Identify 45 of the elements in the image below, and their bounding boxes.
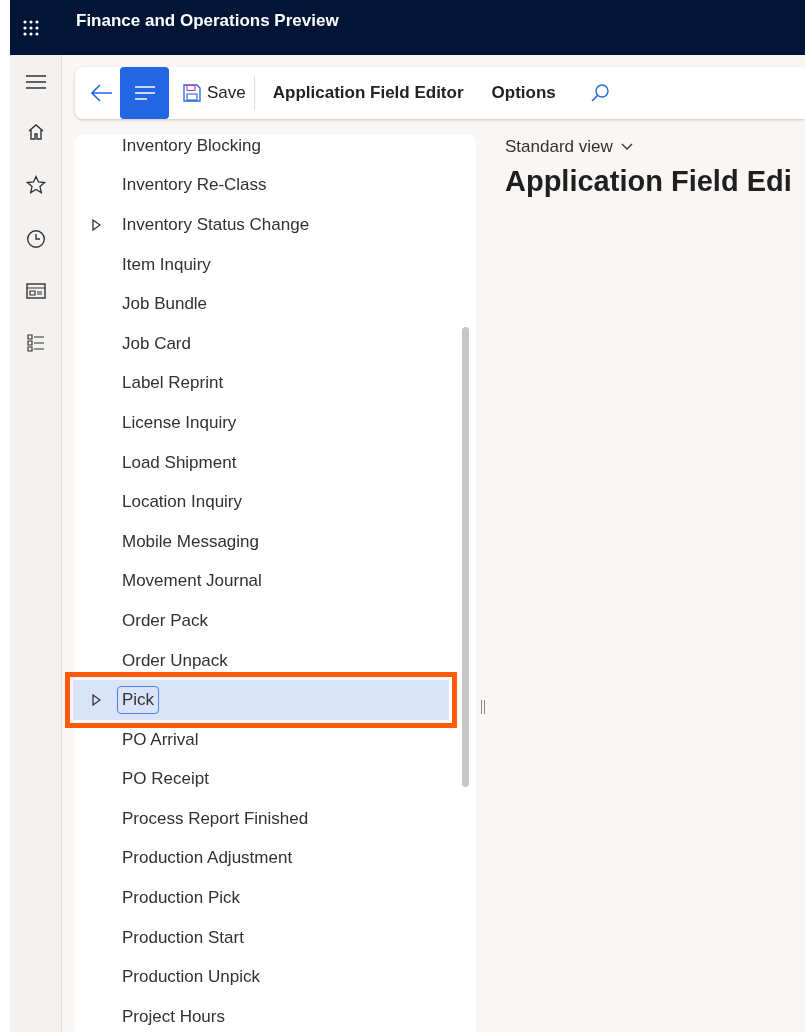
tree-item[interactable]: Process Report Finished xyxy=(73,799,449,839)
tree-item[interactable]: Inventory Re-Class xyxy=(73,165,449,206)
tree-item[interactable]: Job Card xyxy=(73,323,449,364)
save-icon xyxy=(183,84,201,102)
home-icon[interactable] xyxy=(26,123,45,141)
tree-item[interactable]: Location Inquiry xyxy=(73,482,449,522)
tree-item[interactable]: Label Reprint xyxy=(73,363,449,404)
tree-item[interactable]: Inventory Status Change xyxy=(73,205,449,245)
menu-icon[interactable] xyxy=(25,75,46,89)
tree-item[interactable]: Order Unpack xyxy=(73,640,449,681)
tree-item[interactable]: Production Pick xyxy=(73,878,449,918)
expand-icon[interactable] xyxy=(91,219,101,231)
star-icon[interactable] xyxy=(25,175,46,195)
tree-item[interactable]: Load Shipment xyxy=(73,442,449,483)
workspace-icon[interactable] xyxy=(25,283,46,299)
tree-item[interactable]: Job Bundle xyxy=(73,284,449,324)
expand-icon[interactable] xyxy=(91,694,101,707)
tree-item[interactable]: Item Inquiry xyxy=(73,244,449,285)
tree-item[interactable]: Order Pack xyxy=(73,601,449,641)
tree-item[interactable]: Production Unpick xyxy=(73,957,449,998)
tree-item[interactable]: Production Adjustment xyxy=(73,838,449,879)
tree-item[interactable]: Project Hours xyxy=(73,997,449,1032)
lines-icon xyxy=(134,86,155,100)
search-icon[interactable] xyxy=(589,83,610,103)
tree-item[interactable]: Movement Journal xyxy=(73,561,449,602)
action-menu-button[interactable] xyxy=(120,67,169,119)
app-launcher-icon[interactable] xyxy=(22,18,40,37)
action-tab[interactable]: Options xyxy=(477,67,570,119)
save-button[interactable]: Save xyxy=(169,67,254,119)
tree-item[interactable]: Production Start xyxy=(73,917,449,958)
list-icon[interactable] xyxy=(25,333,46,353)
page-title: Application Field Edi xyxy=(505,165,792,198)
clock-icon[interactable] xyxy=(25,229,46,249)
tree-item[interactable]: Inventory Blocking xyxy=(73,135,449,166)
scrollbar-thumb[interactable] xyxy=(462,327,469,787)
tree-item[interactable]: Mobile Messaging xyxy=(73,521,449,562)
tree-item[interactable]: PO Receipt xyxy=(73,759,449,800)
app-title: Finance and Operations Preview xyxy=(76,10,339,31)
tree-item[interactable]: PO Arrival xyxy=(73,719,449,760)
splitter-handle[interactable] xyxy=(481,700,485,714)
action-tab[interactable]: Application Field Editor xyxy=(258,67,478,119)
tree-item[interactable]: License Inquiry xyxy=(73,403,449,443)
view-selector[interactable]: Standard view xyxy=(505,137,792,157)
chevron-down-icon xyxy=(620,143,633,151)
back-arrow-icon xyxy=(91,84,113,102)
